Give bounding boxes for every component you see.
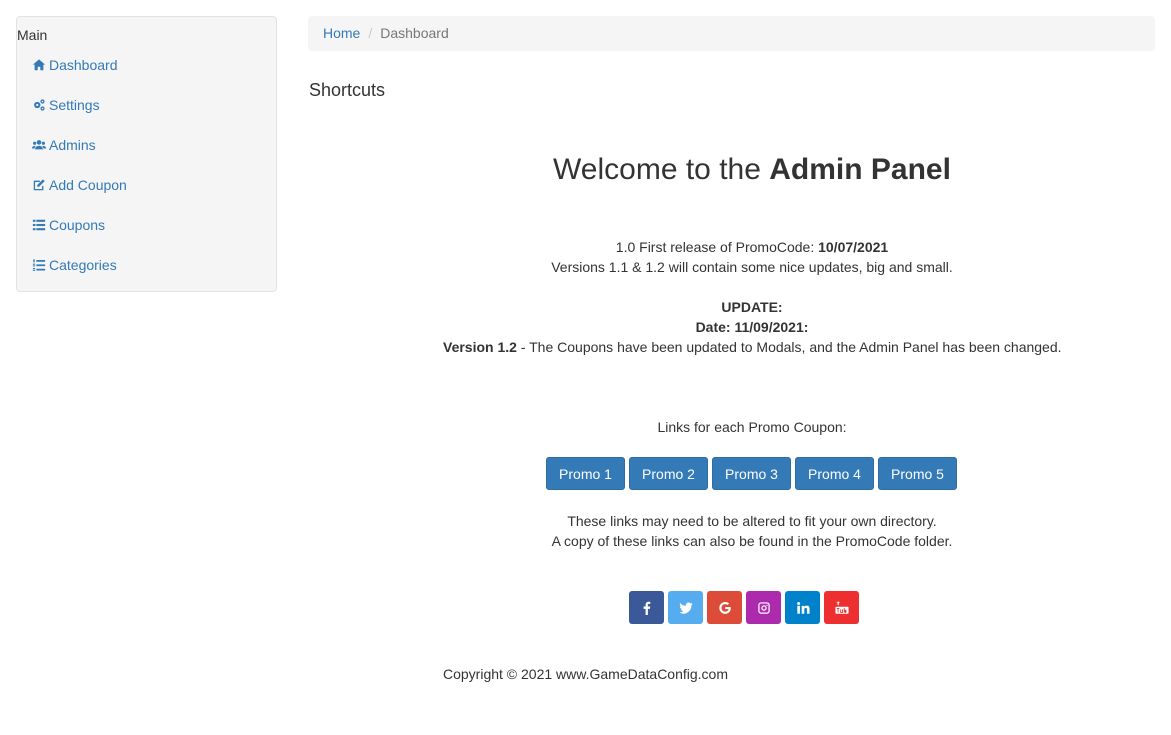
- sidebar-item-coupons[interactable]: Coupons: [32, 215, 105, 235]
- facebook-icon: [643, 601, 650, 615]
- update-date-text: Date: 11/09/2021:: [695, 319, 809, 335]
- links-note-2: A copy of these links can also be found …: [551, 533, 953, 549]
- promo-2-button[interactable]: Promo 2: [629, 457, 708, 490]
- youtube-button[interactable]: [824, 591, 859, 624]
- update-heading-text: UPDATE:: [721, 299, 783, 315]
- breadcrumb-home-link[interactable]: Home: [323, 25, 360, 41]
- google-button[interactable]: [707, 591, 742, 624]
- page-title: Welcome to the Admin Panel: [333, 150, 1171, 190]
- promo-button-group: Promo 1 Promo 2 Promo 3 Promo 4 Promo 5: [546, 457, 957, 490]
- version-label: Version 1.2: [443, 339, 517, 355]
- breadcrumb-separator: /: [368, 25, 373, 41]
- promo-1-button[interactable]: Promo 1: [546, 457, 625, 490]
- sidebar-item-label: Settings: [49, 97, 100, 113]
- version-text: - The Coupons have been updated to Modal…: [516, 339, 1062, 355]
- sidebar-item-admins[interactable]: Admins: [32, 135, 96, 155]
- sidebar-item-dashboard[interactable]: Dashboard: [32, 55, 118, 75]
- gears-icon: [34, 99, 45, 111]
- list-icon: [32, 219, 46, 231]
- sidebar-item-add-coupon[interactable]: Add Coupon: [32, 175, 127, 195]
- users-icon: [32, 140, 46, 150]
- list-ol-icon: [32, 259, 46, 271]
- sidebar-item-label: Categories: [49, 257, 117, 273]
- social-button-group: [629, 591, 859, 624]
- breadcrumb-current: Dashboard: [380, 25, 449, 41]
- release-date: 10/07/2021: [818, 239, 889, 255]
- links-note-1: These links may need to be altered to fi…: [567, 513, 937, 529]
- linkedin-button[interactable]: [785, 591, 820, 624]
- release-prefix: 1.0 First release of PromoCode:: [615, 239, 819, 255]
- google-icon: [718, 601, 731, 614]
- sidebar-item-label: Add Coupon: [49, 177, 127, 193]
- links-heading: Links for each Promo Coupon:: [657, 419, 847, 435]
- twitter-icon: [678, 602, 693, 614]
- edit-icon: [33, 179, 45, 191]
- versions-note: Versions 1.1 & 1.2 will contain some nic…: [551, 259, 953, 275]
- section-title: Shortcuts: [309, 80, 386, 100]
- sidebar-heading: Main: [17, 27, 48, 43]
- youtube-icon: [834, 601, 849, 614]
- sidebar-item-settings[interactable]: Settings: [32, 95, 100, 115]
- update-date: Date: 11/09/2021:: [333, 317, 1171, 337]
- home-icon: [32, 59, 46, 71]
- linkedin-icon: [796, 601, 810, 614]
- sidebar: Main Dashboard Settings Admins Add Coupo…: [16, 16, 277, 292]
- promo-4-button[interactable]: Promo 4: [795, 457, 874, 490]
- instagram-button[interactable]: [746, 591, 781, 624]
- breadcrumb: Home / Dashboard: [308, 16, 1155, 51]
- sidebar-item-label: Coupons: [49, 217, 106, 233]
- version-line: Version 1.2 - The Coupons have been upda…: [443, 337, 1143, 357]
- promo-5-button[interactable]: Promo 5: [878, 457, 957, 490]
- welcome-prefix: Welcome to the: [553, 153, 770, 186]
- update-heading: UPDATE:: [333, 297, 1171, 317]
- copyright: Copyright © 2021 www.GameDataConfig.com: [443, 666, 728, 682]
- release-line: 1.0 First release of PromoCode: 10/07/20…: [333, 237, 1171, 257]
- sidebar-item-categories[interactable]: Categories: [32, 255, 117, 275]
- promo-3-button[interactable]: Promo 3: [712, 457, 791, 490]
- welcome-bold: Admin Panel: [769, 153, 951, 186]
- instagram-icon: [757, 601, 770, 614]
- twitter-button[interactable]: [668, 591, 703, 624]
- sidebar-item-label: Admins: [49, 137, 96, 153]
- sidebar-item-label: Dashboard: [49, 57, 118, 73]
- facebook-button[interactable]: [629, 591, 664, 624]
